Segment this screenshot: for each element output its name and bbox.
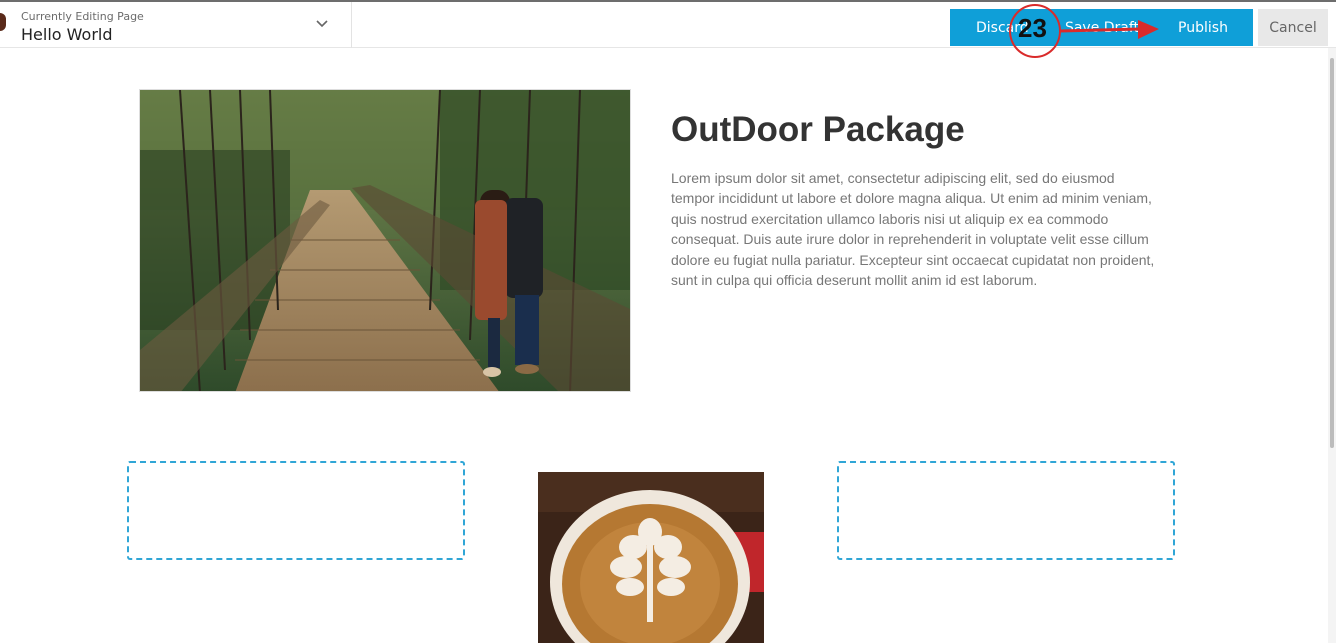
section-heading: OutDoor Package	[671, 110, 965, 149]
publish-button[interactable]: Publish	[1153, 9, 1253, 46]
page-scrollbar[interactable]	[1328, 48, 1336, 643]
empty-content-block-right[interactable]	[837, 461, 1175, 560]
scrollbar-thumb[interactable]	[1330, 58, 1334, 448]
current-page-title: Hello World	[21, 25, 113, 44]
latte-art-image[interactable]	[538, 472, 764, 643]
cancel-button[interactable]: Cancel	[1258, 9, 1328, 46]
page-selector-caption: Currently Editing Page	[21, 10, 144, 23]
section-paragraph: Lorem ipsum dolor sit amet, consectetur …	[671, 170, 1155, 289]
step-annotation-arrow	[1060, 20, 1159, 39]
bridge-couple-image[interactable]	[139, 89, 631, 392]
chevron-down-icon[interactable]	[314, 16, 330, 32]
empty-content-block-left[interactable]	[127, 461, 465, 560]
step-annotation-number: 23	[1018, 13, 1047, 43]
site-logo-icon	[0, 13, 6, 31]
page-selector[interactable]: Currently Editing Page Hello World	[0, 2, 352, 48]
